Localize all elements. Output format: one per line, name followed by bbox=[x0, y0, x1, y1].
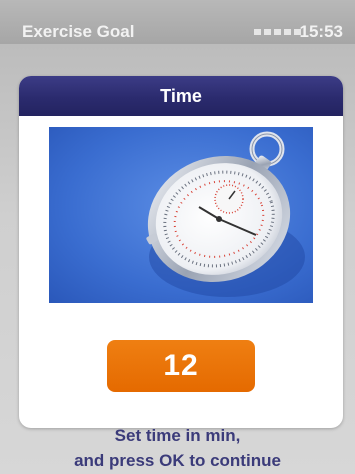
stopwatch-icon bbox=[49, 127, 313, 303]
instruction-line-2: and press OK to continue bbox=[74, 451, 281, 470]
app-title: Exercise Goal bbox=[22, 22, 135, 41]
screen-background: Time 12 bbox=[0, 44, 355, 474]
status-clock: 15:53 bbox=[299, 22, 343, 41]
dialog-titlebar: Time bbox=[19, 76, 343, 116]
instruction-line-1: Set time in min, bbox=[114, 426, 241, 445]
time-value: 12 bbox=[163, 349, 199, 382]
status-bar: Exercise Goal 15:53 bbox=[0, 0, 355, 44]
time-dialog: Time 12 bbox=[19, 76, 343, 428]
dialog-title: Time bbox=[160, 85, 202, 106]
time-value-display[interactable]: 12 bbox=[107, 340, 255, 392]
signal-icon bbox=[254, 29, 301, 35]
stopwatch-photo bbox=[49, 127, 313, 303]
